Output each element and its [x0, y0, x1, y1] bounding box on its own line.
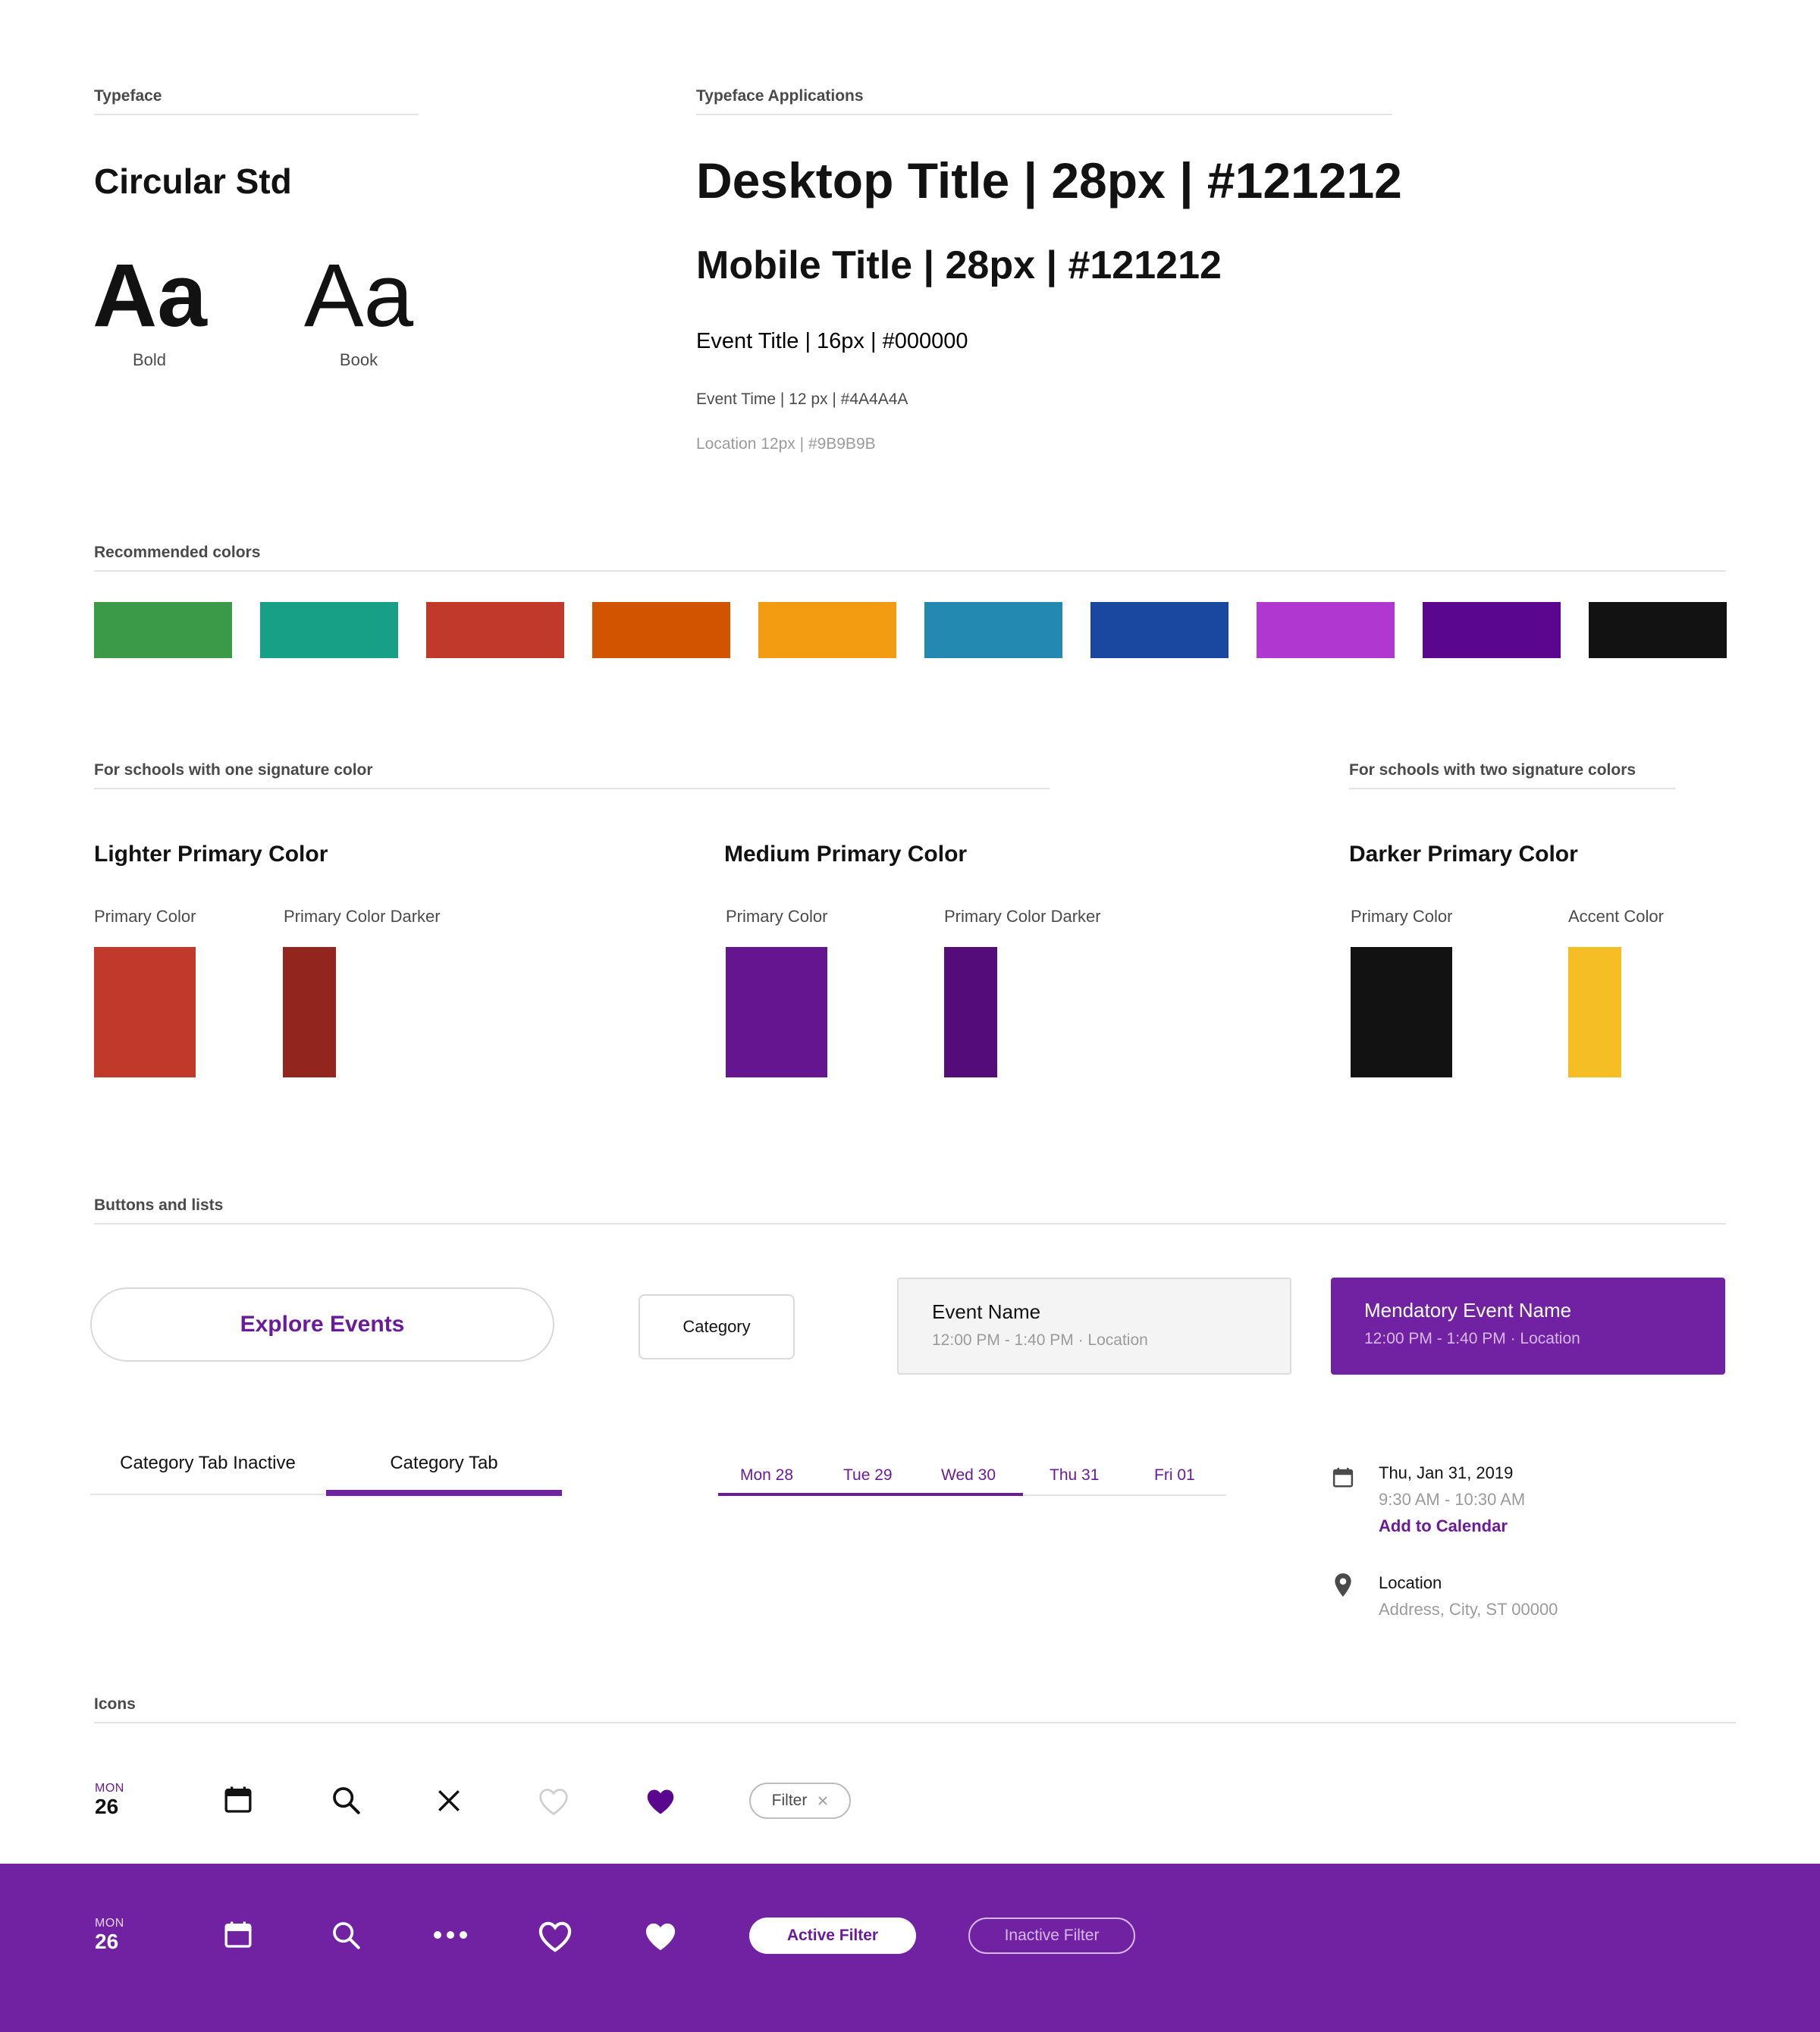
recommended-divider	[94, 570, 1726, 572]
search-icon[interactable]	[331, 1920, 361, 1950]
applications-divider	[696, 114, 1392, 115]
calendar-icon[interactable]	[223, 1920, 253, 1950]
date-badge-dow: MON	[95, 1782, 124, 1795]
lighter-primary-label: Primary Color	[94, 907, 196, 926]
location-address: Address, City, ST 00000	[1379, 1600, 1558, 1619]
recommended-swatch	[1090, 602, 1228, 658]
tab-category-active[interactable]: Category Tab	[326, 1453, 562, 1474]
two-color-section-label: For schools with two signature colors	[1349, 761, 1636, 779]
event-card-name: Event Name	[932, 1300, 1041, 1323]
location-sample: Location 12px | #9B9B9B	[696, 435, 876, 453]
mandatory-event-name: Mendatory Event Name	[1364, 1299, 1572, 1322]
explore-events-button[interactable]: Explore Events	[90, 1287, 554, 1362]
inactive-filter-chip[interactable]: Inactive Filter	[968, 1918, 1135, 1954]
event-card[interactable]: Event Name 12:00 PM - 1:40 PM · Location	[897, 1278, 1291, 1375]
day-tab-fri[interactable]: Fri 01	[1154, 1466, 1195, 1485]
recommended-swatch	[1257, 602, 1395, 658]
more-icon[interactable]	[432, 1930, 469, 1940]
typeface-divider	[94, 114, 419, 115]
close-icon[interactable]	[817, 1795, 828, 1806]
weight-book-label: Book	[339, 350, 378, 369]
darker-primary-swatch	[1351, 947, 1452, 1077]
footer-date-dow: MON	[95, 1917, 124, 1930]
lighter-darker-label: Primary Color Darker	[284, 907, 441, 926]
lighter-primary-title: Lighter Primary Color	[94, 842, 328, 867]
one-color-divider	[94, 788, 1050, 789]
detail-time: 9:30 AM - 10:30 AM	[1379, 1490, 1526, 1509]
active-tab-indicator	[326, 1490, 562, 1496]
medium-darker-label: Primary Color Darker	[944, 907, 1101, 926]
event-title-sample: Event Title | 16px | #000000	[696, 329, 968, 353]
icons-section-label: Icons	[94, 1695, 136, 1713]
search-icon[interactable]	[331, 1785, 361, 1815]
mobile-title-sample: Mobile Title | 28px | #121212	[696, 243, 1222, 287]
sample-bold: Aa	[93, 246, 207, 346]
weight-bold-label: Bold	[132, 350, 167, 369]
category-button[interactable]: Category	[639, 1294, 795, 1359]
darker-primary-label: Primary Color	[1351, 907, 1453, 926]
medium-primary-label: Primary Color	[726, 907, 828, 926]
buttons-section-label: Buttons and lists	[94, 1196, 224, 1214]
close-icon[interactable]	[436, 1788, 462, 1814]
accent-color-swatch	[1568, 947, 1621, 1077]
day-tabs-selection-bar	[718, 1493, 1023, 1496]
two-color-divider	[1349, 788, 1675, 789]
mandatory-event-meta: 12:00 PM - 1:40 PM · Location	[1364, 1330, 1580, 1347]
location-pin-icon	[1335, 1573, 1351, 1597]
day-tab-thu[interactable]: Thu 31	[1050, 1466, 1099, 1485]
location-title: Location	[1379, 1573, 1442, 1592]
heart-filled-icon[interactable]	[645, 1787, 676, 1816]
recommended-swatch	[924, 602, 1062, 658]
footer-date-badge: MON 26	[95, 1917, 124, 1953]
medium-primary-title: Medium Primary Color	[724, 842, 968, 867]
filter-chip-label: Filter	[771, 1792, 808, 1809]
tab-category-inactive[interactable]: Category Tab Inactive	[90, 1453, 325, 1474]
calendar-icon[interactable]	[223, 1785, 253, 1815]
medium-primary-swatch	[726, 947, 827, 1077]
buttons-divider	[94, 1223, 1726, 1225]
applications-section-label: Typeface Applications	[696, 87, 864, 105]
recommended-swatch	[426, 602, 564, 658]
lighter-darker-swatch	[283, 947, 336, 1077]
detail-date: Thu, Jan 31, 2019	[1379, 1463, 1514, 1482]
heart-outline-icon[interactable]	[538, 1787, 570, 1816]
day-tab-mon[interactable]: Mon 28	[740, 1466, 793, 1485]
recommended-section-label: Recommended colors	[94, 544, 261, 561]
recommended-swatch	[260, 602, 398, 658]
medium-darker-swatch	[944, 947, 997, 1077]
recommended-swatch	[94, 602, 232, 658]
date-badge-num: 26	[95, 1795, 119, 1818]
date-badge: MON 26	[95, 1782, 124, 1818]
day-tab-tue[interactable]: Tue 29	[843, 1466, 893, 1485]
recommended-swatch	[758, 602, 896, 658]
lighter-primary-swatch	[94, 947, 196, 1077]
font-name: Circular Std	[94, 161, 292, 201]
desktop-title-sample: Desktop Title | 28px | #121212	[696, 152, 1402, 209]
darker-primary-title: Darker Primary Color	[1349, 842, 1578, 867]
recommended-swatch	[1423, 602, 1561, 658]
day-tab-wed[interactable]: Wed 30	[941, 1466, 996, 1485]
add-to-calendar-link[interactable]: Add to Calendar	[1379, 1516, 1508, 1536]
typeface-section-label: Typeface	[94, 87, 162, 105]
mandatory-event-card[interactable]: Mendatory Event Name 12:00 PM - 1:40 PM …	[1331, 1278, 1725, 1375]
sample-book: Aa	[303, 246, 414, 346]
heart-filled-icon[interactable]	[643, 1921, 678, 1952]
recommended-swatch	[592, 602, 730, 658]
event-card-meta: 12:00 PM - 1:40 PM · Location	[932, 1331, 1148, 1349]
recommended-swatch	[1589, 602, 1727, 658]
heart-outline-icon[interactable]	[538, 1921, 573, 1952]
footer-date-num: 26	[95, 1930, 119, 1953]
filter-chip[interactable]: Filter	[749, 1783, 851, 1819]
icons-divider	[94, 1722, 1736, 1723]
calendar-icon	[1332, 1467, 1354, 1488]
accent-color-label: Accent Color	[1568, 907, 1664, 926]
active-filter-chip[interactable]: Active Filter	[749, 1918, 916, 1954]
one-color-section-label: For schools with one signature color	[94, 761, 373, 779]
event-time-sample: Event Time | 12 px | #4A4A4A	[696, 390, 908, 408]
